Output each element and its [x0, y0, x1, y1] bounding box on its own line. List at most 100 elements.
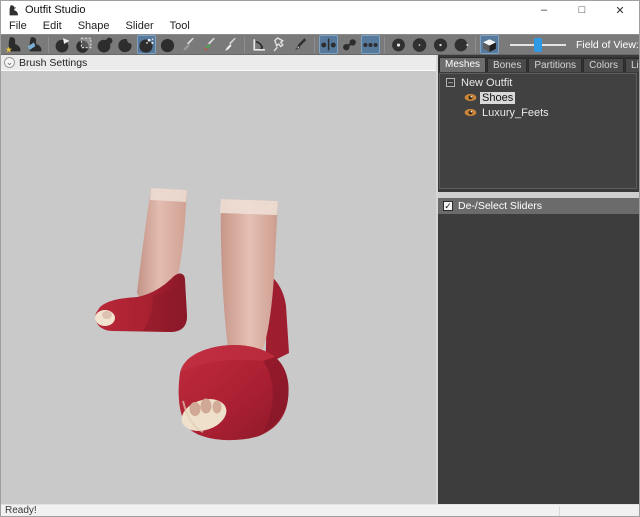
mask-brush-button[interactable] — [74, 35, 93, 54]
toolbar-separator — [48, 37, 49, 53]
tab-colors[interactable]: Colors — [583, 58, 624, 72]
pin-tool-button[interactable] — [270, 35, 289, 54]
alpha-paint-brush-icon — [222, 36, 239, 53]
title-bar: Outfit Studio – □ ✕ — [1, 1, 639, 19]
tab-partitions[interactable]: Partitions — [528, 58, 582, 72]
boot-star-icon: ★ — [5, 36, 22, 53]
sliders-list-area[interactable] — [438, 214, 639, 504]
weight-brush-button[interactable] — [179, 35, 198, 54]
edit-pen-button[interactable] — [291, 35, 310, 54]
transform-axes-icon — [250, 36, 267, 53]
viewport-3d[interactable]: ⌄ Brush Settings — [1, 55, 436, 504]
circle-dot-icon — [453, 36, 470, 53]
move-brush-button[interactable] — [158, 35, 177, 54]
select-brush-button[interactable] — [53, 35, 72, 54]
fov-label: Field of View: 65 — [576, 39, 640, 51]
pin-icon — [271, 36, 288, 53]
window-controls: – □ ✕ — [525, 1, 639, 19]
boot-reference-icon — [26, 36, 43, 53]
color-brush-button[interactable] — [200, 35, 219, 54]
maximize-button[interactable]: □ — [563, 1, 601, 19]
smooth-brush-button[interactable] — [137, 35, 156, 54]
app-boot-icon — [7, 4, 19, 17]
mirror-toggle-button[interactable] — [319, 35, 338, 54]
tree-item-label: Shoes — [480, 92, 515, 104]
outfit-studio-window: Outfit Studio – □ ✕ File Edit Shape Slid… — [0, 0, 640, 517]
load-project-button[interactable]: ★ — [4, 35, 23, 54]
tree-item-label: Luxury_Feets — [480, 107, 551, 119]
deflate-brush-icon — [117, 36, 134, 53]
tab-meshes[interactable]: Meshes — [439, 57, 486, 72]
brush-size-button-2[interactable] — [410, 35, 429, 54]
eye-visibility-icon[interactable] — [464, 93, 477, 102]
pen-icon — [292, 36, 309, 53]
inflate-brush-button[interactable] — [95, 35, 114, 54]
fov-slider-handle[interactable] — [534, 38, 542, 52]
mask-brush-icon — [75, 36, 92, 53]
tab-lights[interactable]: Lights — [625, 58, 640, 72]
color-paint-brush-icon — [201, 36, 218, 53]
window-title: Outfit Studio — [25, 4, 86, 16]
status-message: Ready! — [5, 505, 37, 516]
status-separator — [559, 506, 560, 516]
alpha-brush-button[interactable] — [221, 35, 240, 54]
fov-slider-track[interactable] — [510, 44, 566, 46]
minimize-button[interactable]: – — [525, 1, 563, 19]
brush-settings-header[interactable]: ⌄ Brush Settings — [1, 55, 436, 71]
vertex-display-toggle-button[interactable] — [361, 35, 380, 54]
close-button[interactable]: ✕ — [601, 1, 639, 19]
circle-dot-icon — [432, 36, 449, 53]
menu-shape[interactable]: Shape — [70, 19, 118, 34]
move-brush-icon — [159, 36, 176, 53]
collapse-icon[interactable]: – — [446, 78, 455, 87]
front-foot — [177, 199, 289, 440]
toolbar-separator — [314, 37, 315, 53]
field-of-view-control: Field of View: 65 — [510, 39, 640, 51]
svg-text:★: ★ — [5, 44, 13, 53]
linked-dots-icon — [341, 36, 358, 53]
brush-strength-button-2[interactable] — [452, 35, 471, 54]
tree-item-label: New Outfit — [459, 77, 514, 89]
brush-strength-button-1[interactable] — [431, 35, 450, 54]
panel-tabs: Meshes Bones Partitions Colors Lights — [438, 57, 639, 72]
right-panel: Meshes Bones Partitions Colors Lights – … — [438, 55, 639, 504]
toolbar-separator — [475, 37, 476, 53]
deflate-brush-button[interactable] — [116, 35, 135, 54]
eye-visibility-icon[interactable] — [464, 108, 477, 117]
connected-vertices-toggle-button[interactable] — [340, 35, 359, 54]
inflate-brush-icon — [96, 36, 113, 53]
three-dots-icon — [362, 36, 379, 53]
menu-edit[interactable]: Edit — [35, 19, 70, 34]
weight-paint-brush-icon — [180, 36, 197, 53]
menu-tool[interactable]: Tool — [162, 19, 198, 34]
back-foot — [95, 188, 187, 332]
meshes-tree: – New Outfit Shoes Luxury_Fe — [439, 73, 637, 189]
select-brush-icon — [54, 36, 71, 53]
tree-item-new-outfit[interactable]: – New Outfit — [440, 76, 636, 89]
model-feet-shoes — [1, 71, 436, 504]
toolbar-separator — [384, 37, 385, 53]
tree-item-shoes[interactable]: Shoes — [440, 91, 636, 104]
toolbar-separator — [244, 37, 245, 53]
select-sliders-checkbox[interactable]: ✓ — [443, 201, 453, 211]
menu-bar: File Edit Shape Slider Tool — [1, 19, 639, 34]
toolbar: ★ — [1, 34, 639, 55]
circle-dot-icon — [411, 36, 428, 53]
load-reference-button[interactable] — [25, 35, 44, 54]
cube-icon — [481, 36, 498, 53]
chevron-down-icon[interactable]: ⌄ — [4, 57, 15, 68]
tree-item-luxury-feets[interactable]: Luxury_Feets — [440, 106, 636, 119]
transform-tool-button[interactable] — [249, 35, 268, 54]
brush-settings-label: Brush Settings — [19, 57, 87, 69]
textured-view-toggle-button[interactable] — [480, 35, 499, 54]
mirror-icon — [320, 36, 337, 53]
menu-file[interactable]: File — [1, 19, 35, 34]
sliders-header-label: De-/Select Sliders — [458, 200, 542, 212]
status-bar: Ready! — [1, 504, 639, 516]
brush-size-button-1[interactable] — [389, 35, 408, 54]
menu-slider[interactable]: Slider — [118, 19, 162, 34]
smooth-brush-icon — [138, 36, 155, 53]
tab-bones[interactable]: Bones — [487, 58, 527, 72]
circle-dot-icon — [390, 36, 407, 53]
sliders-header: ✓ De-/Select Sliders — [438, 198, 639, 214]
